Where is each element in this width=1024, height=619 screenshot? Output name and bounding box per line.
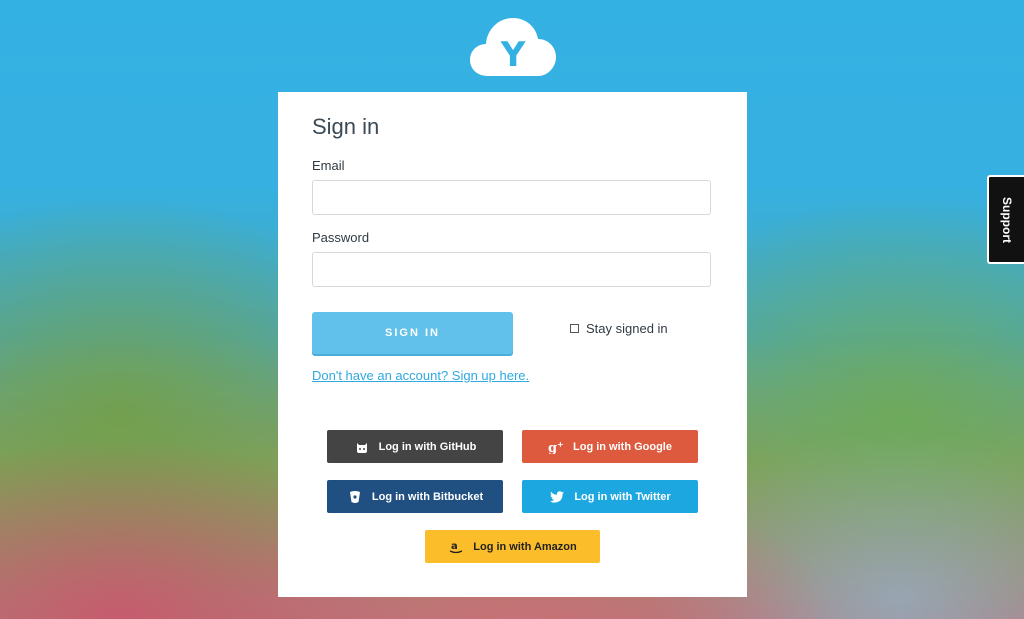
svg-text:g: g xyxy=(548,441,557,454)
email-label: Email xyxy=(312,158,345,173)
email-field[interactable] xyxy=(312,180,711,215)
twitter-login-button[interactable]: Log in with Twitter xyxy=(522,480,698,513)
sign-in-card: Sign in Email Password SIGN IN Stay sign… xyxy=(278,92,747,597)
support-tab[interactable]: Support xyxy=(987,175,1024,264)
svg-text:a: a xyxy=(451,541,458,552)
sign-in-title: Sign in xyxy=(312,114,380,139)
bitbucket-login-button[interactable]: Log in with Bitbucket xyxy=(327,480,503,513)
sign-in-button[interactable]: SIGN IN xyxy=(312,312,513,354)
support-label: Support xyxy=(999,196,1014,243)
google-login-button[interactable]: g + Log in with Google xyxy=(522,430,698,463)
amazon-login-button[interactable]: a Log in with Amazon xyxy=(425,530,600,563)
twitter-login-label: Log in with Twitter xyxy=(574,490,671,503)
bitbucket-icon xyxy=(347,489,363,505)
password-label: Password xyxy=(312,230,370,245)
password-field[interactable] xyxy=(312,252,711,287)
github-icon xyxy=(354,439,370,455)
twitter-icon xyxy=(549,489,565,505)
google-login-label: Log in with Google xyxy=(573,440,672,453)
sign-up-link[interactable]: Don't have an account? Sign up here. xyxy=(312,368,529,383)
amazon-login-label: Log in with Amazon xyxy=(473,540,577,553)
app-logo: Y xyxy=(470,16,556,76)
github-login-button[interactable]: Log in with GitHub xyxy=(327,430,503,463)
stay-signed-in-checkbox[interactable] xyxy=(570,324,579,333)
svg-text:+: + xyxy=(557,440,564,449)
stay-signed-in-label: Stay signed in xyxy=(586,321,668,336)
bitbucket-login-label: Log in with Bitbucket xyxy=(371,490,484,503)
github-login-label: Log in with GitHub xyxy=(378,440,477,453)
google-plus-icon: g + xyxy=(548,439,564,455)
amazon-icon: a xyxy=(448,539,464,555)
stay-signed-in[interactable]: Stay signed in xyxy=(570,321,668,336)
logo-letter: Y xyxy=(500,35,526,75)
cloud-logo-icon: Y xyxy=(470,18,556,76)
